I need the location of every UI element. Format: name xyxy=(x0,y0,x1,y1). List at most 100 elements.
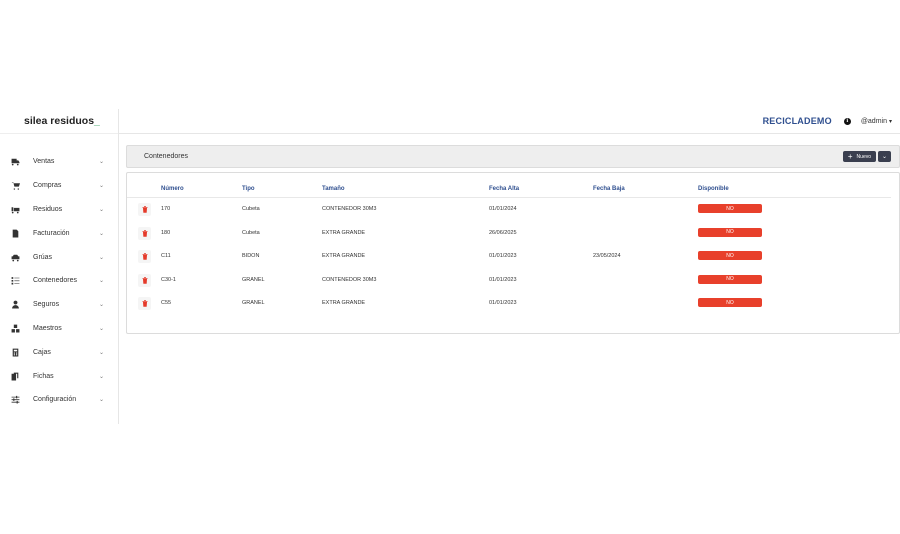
status-badge: NO xyxy=(698,251,762,261)
cell-tipo: BIDON xyxy=(242,253,260,260)
trash-icon[interactable] xyxy=(138,250,151,264)
cell-tipo: Cubeta xyxy=(242,206,260,212)
cell-tamano: EXTRA GRANDE xyxy=(322,253,366,260)
table-row[interactable]: C30-1 GRANEL CONTENEDOR 30M3 01/01/2023 … xyxy=(127,269,891,293)
new-button-label: Nuevo xyxy=(856,153,871,160)
chevron-down-icon: ⌄ xyxy=(98,349,104,356)
sidebar-item-contenedores[interactable]: Contenedores ⌄ xyxy=(0,269,118,293)
sidebar-item-residuos[interactable]: Residuos ⌄ xyxy=(0,198,118,222)
sidebar-item-label: Maestros xyxy=(33,324,62,332)
chevron-down-icon: ⌄ xyxy=(98,254,104,261)
sidebar-item-label: Contenedores xyxy=(33,277,77,285)
page-title: Contenedores xyxy=(144,153,188,160)
column-header-numero[interactable]: Número xyxy=(161,186,184,192)
top-bar: RECICLADEMO i @admin ▾ xyxy=(119,109,900,134)
cell-fecha-alta: 01/01/2023 xyxy=(489,276,517,283)
sidebar-item-cajas[interactable]: Cajas ⌄ xyxy=(0,340,118,364)
cell-numero: C55 xyxy=(161,300,172,307)
table-row[interactable]: 170 Cubeta CONTENEDOR 30M3 01/01/2024 NO xyxy=(127,198,891,222)
sidebar-item-label: Configuración xyxy=(33,396,77,404)
cell-tamano: CONTENEDOR 30M3 xyxy=(322,276,377,283)
trash-icon[interactable] xyxy=(138,273,151,287)
sidebar-item-maestros[interactable]: Maestros ⌄ xyxy=(0,317,118,341)
table-row[interactable]: 180 Cubeta EXTRA GRANDE 26/06/2025 NO xyxy=(127,222,891,246)
table-row[interactable]: C55 GRANEL EXTRA GRANDE 01/01/2023 NO xyxy=(127,292,891,316)
cell-fecha-alta: 01/01/2023 xyxy=(489,300,517,307)
sidebar-item-fichas[interactable]: Fichas ⌄ xyxy=(0,364,118,388)
car-icon xyxy=(10,252,20,262)
status-badge: NO xyxy=(698,298,762,308)
status-badge: NO xyxy=(698,227,762,237)
truck-icon xyxy=(10,157,20,167)
chevron-down-icon: ⌄ xyxy=(98,278,104,285)
app-logo[interactable]: silea residuos _ xyxy=(0,109,118,134)
sidebar-item-label: Seguros xyxy=(33,301,60,309)
cell-tipo: Cubeta xyxy=(242,229,260,236)
files-icon xyxy=(10,371,20,381)
sidebar-item-label: Facturación xyxy=(33,229,70,237)
chevron-down-icon: ⌄ xyxy=(98,302,104,309)
cell-numero: 170 xyxy=(161,206,171,212)
sidebar-item-label: Residuos xyxy=(33,205,63,213)
sidebar-item-label: Cajas xyxy=(33,348,51,356)
logo-text: silea residuos xyxy=(24,115,95,127)
plus-icon: + xyxy=(847,151,853,161)
user-shield-icon xyxy=(10,300,20,310)
sidebar-item-seguros[interactable]: Seguros ⌄ xyxy=(0,293,118,317)
cell-tipo: GRANEL xyxy=(242,300,265,307)
company-name[interactable]: RECICLADEMO xyxy=(763,116,832,126)
sidebar-item-gruas[interactable]: Grúas ⌄ xyxy=(0,245,118,269)
cell-fecha-alta: 01/01/2023 xyxy=(489,253,517,260)
user-name: @admin xyxy=(860,117,887,125)
trash-icon[interactable] xyxy=(138,203,151,216)
trash-icon[interactable] xyxy=(138,226,151,240)
sidebar-item-label: Compras xyxy=(33,182,62,190)
table-header: Número Tipo Tamaño Fecha Alta Fecha Baja… xyxy=(127,182,891,198)
column-header-disponible[interactable]: Disponible xyxy=(698,186,729,192)
cell-fecha-alta: 01/01/2024 xyxy=(489,206,517,212)
contenedores-table: Número Tipo Tamaño Fecha Alta Fecha Baja… xyxy=(126,172,900,334)
sidebar-item-compras[interactable]: Compras ⌄ xyxy=(0,174,118,198)
invoice-icon xyxy=(10,228,20,238)
new-button[interactable]: + Nuevo xyxy=(842,151,876,162)
sidebar-item-configuracion[interactable]: Configuración ⌄ xyxy=(0,388,118,412)
cell-numero: C11 xyxy=(161,253,171,260)
sidebar-item-label: Ventas xyxy=(33,158,55,166)
sidebar-item-label: Fichas xyxy=(33,372,54,380)
caret-down-icon: ▾ xyxy=(888,118,892,125)
sidebar-item-ventas[interactable]: Ventas ⌄ xyxy=(0,150,118,174)
more-actions-button[interactable]: ⌄ xyxy=(878,151,891,162)
column-header-tamano[interactable]: Tamaño xyxy=(322,186,345,192)
chevron-down-icon: ⌄ xyxy=(98,206,104,213)
column-header-fecha-alta[interactable]: Fecha Alta xyxy=(489,186,519,192)
status-badge: NO xyxy=(698,274,762,284)
cell-fecha-alta: 26/06/2025 xyxy=(489,229,517,236)
waste-truck-icon xyxy=(10,204,20,214)
chevron-down-icon: ⌄ xyxy=(98,159,104,166)
logo-cursor: _ xyxy=(94,115,100,127)
chevron-down-icon: ⌄ xyxy=(98,230,104,237)
list-icon xyxy=(10,276,20,286)
column-header-fecha-baja[interactable]: Fecha Baja xyxy=(593,186,625,192)
cell-numero: C30-1 xyxy=(161,276,176,283)
chevron-down-icon: ⌄ xyxy=(98,397,104,404)
chevron-down-icon: ⌄ xyxy=(98,183,104,190)
sidebar-menu: Ventas ⌄ Compras ⌄ Residuos ⌄ Facturació… xyxy=(0,134,118,412)
calculator-icon xyxy=(10,347,20,357)
table-row[interactable]: C11 BIDON EXTRA GRANDE 01/01/2023 23/05/… xyxy=(127,245,891,269)
contenedores-header: Contenedores + Nuevo ⌄ xyxy=(126,145,900,168)
sidebar: silea residuos _ Ventas ⌄ Compras ⌄ Resid… xyxy=(0,109,119,424)
cell-tamano: EXTRA GRANDE xyxy=(322,300,366,307)
boxes-icon xyxy=(10,323,20,333)
sidebar-item-label: Grúas xyxy=(33,253,53,261)
cell-tipo: GRANEL xyxy=(242,276,265,283)
column-header-tipo[interactable]: Tipo xyxy=(242,186,255,192)
cell-numero: 180 xyxy=(161,229,171,236)
user-menu[interactable]: @admin ▾ xyxy=(861,118,892,125)
chevron-down-icon: ⌄ xyxy=(98,325,104,332)
status-badge: NO xyxy=(698,204,762,213)
info-icon[interactable]: i xyxy=(843,117,851,125)
cell-tamano: EXTRA GRANDE xyxy=(322,229,366,236)
trash-icon[interactable] xyxy=(138,297,151,311)
sidebar-item-facturacion[interactable]: Facturación ⌄ xyxy=(0,221,118,245)
